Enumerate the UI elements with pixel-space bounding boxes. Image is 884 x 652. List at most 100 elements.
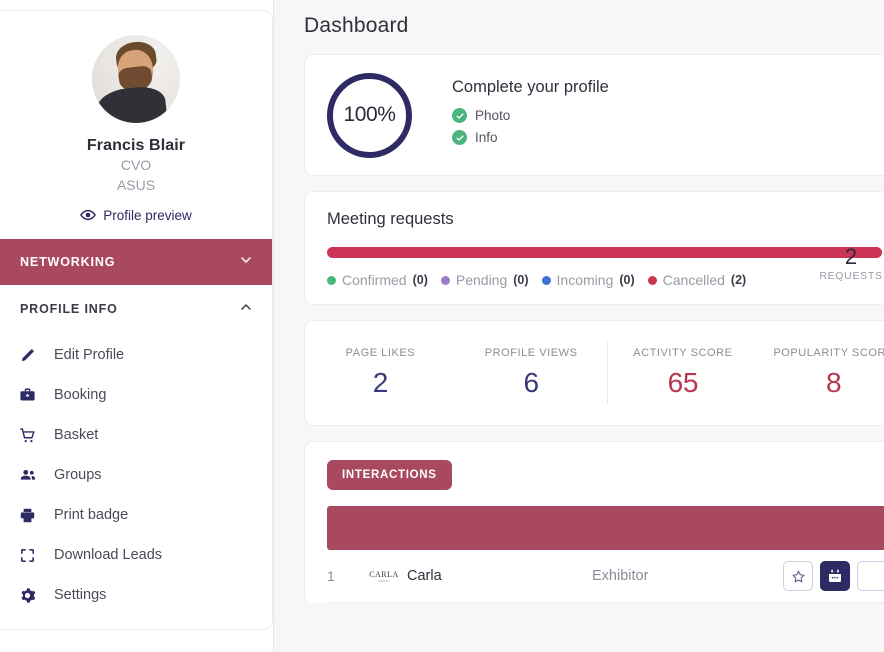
avatar bbox=[92, 35, 180, 123]
interactions-table-header bbox=[327, 506, 884, 550]
sidebar-item-label: Print badge bbox=[54, 507, 129, 523]
interactions-card: INTERACTIONS 1 CARLA PARIS Carla Exhibit… bbox=[304, 441, 884, 603]
legend-item-pending: Pending (0) bbox=[440, 272, 529, 288]
completion-item-photo: Photo bbox=[452, 108, 609, 123]
stat-value: 8 bbox=[825, 367, 842, 398]
legend-item-cancelled: Cancelled (2) bbox=[647, 272, 747, 288]
partial-action-button[interactable] bbox=[857, 561, 884, 591]
legend-dot-icon bbox=[541, 275, 551, 285]
eye-icon bbox=[80, 207, 97, 223]
profile-organization: ASUS bbox=[116, 177, 156, 193]
page-title: Dashboard bbox=[304, 14, 409, 37]
star-outline-icon[interactable] bbox=[783, 561, 813, 591]
requests-total-value: 2 bbox=[844, 244, 858, 269]
row-type: Exhibitor bbox=[592, 568, 649, 584]
sidebar-item-booking[interactable]: Booking bbox=[0, 375, 272, 415]
sidebar-item-edit-profile[interactable]: Edit Profile bbox=[0, 335, 272, 375]
profile-info-label: PROFILE INFO bbox=[20, 302, 118, 316]
completion-item-label: Photo bbox=[475, 108, 511, 123]
check-circle-icon bbox=[452, 108, 467, 123]
legend-count: (2) bbox=[730, 273, 747, 287]
row-name: Carla bbox=[407, 568, 442, 584]
legend-label: Confirmed bbox=[342, 272, 407, 288]
sidebar-item-label: Basket bbox=[54, 427, 99, 443]
sidebar-item-settings[interactable]: Settings bbox=[0, 575, 272, 615]
legend-item-confirmed: Confirmed (0) bbox=[327, 272, 428, 288]
sidebar-item-label: Edit Profile bbox=[54, 347, 125, 363]
row-actions bbox=[783, 561, 884, 591]
meeting-requests-total: 2 REQUESTS bbox=[809, 244, 884, 282]
legend-count: (0) bbox=[412, 273, 428, 287]
completion-title: Complete your profile bbox=[452, 78, 609, 96]
profile-role: CVO bbox=[120, 157, 152, 173]
sidebar-section-networking[interactable]: NETWORKING bbox=[0, 239, 272, 285]
stat-value: 2 bbox=[372, 367, 389, 398]
sidebar-item-basket[interactable]: Basket bbox=[0, 415, 272, 455]
meeting-requests-card: Meeting requests Confirmed (0) Pending (0) I… bbox=[304, 191, 884, 305]
shopping-cart-icon bbox=[18, 427, 37, 444]
stat-value: 65 bbox=[667, 367, 699, 398]
pencil-icon bbox=[18, 347, 37, 364]
meeting-requests-title: Meeting requests bbox=[327, 210, 454, 228]
legend-label: Incoming bbox=[556, 272, 614, 288]
sidebar-item-label: Booking bbox=[54, 387, 107, 403]
avatar-container bbox=[0, 11, 272, 123]
chevron-up-icon bbox=[238, 299, 254, 320]
stat-popularity-score: POPULARITY SCORE 8 bbox=[758, 347, 884, 399]
logo-line-2: PARIS bbox=[378, 578, 390, 583]
tab-interactions[interactable]: INTERACTIONS bbox=[327, 460, 452, 490]
row-index: 1 bbox=[327, 568, 335, 584]
stat-value: 6 bbox=[523, 367, 539, 398]
stat-caption: POPULARITY SCORE bbox=[773, 347, 884, 359]
sidebar: Francis Blair CVO ASUS Profile preview N… bbox=[0, 0, 274, 652]
chevron-down-icon bbox=[238, 252, 254, 273]
dashboard-page: Francis Blair CVO ASUS Profile preview N… bbox=[0, 0, 884, 652]
stat-caption: ACTIVITY SCORE bbox=[633, 347, 733, 359]
completion-details: Complete your profile Photo Info bbox=[452, 78, 609, 152]
completion-item-info: Info bbox=[452, 130, 609, 145]
sidebar-item-print-badge[interactable]: Print badge bbox=[0, 495, 272, 535]
stat-caption: PROFILE VIEWS bbox=[484, 347, 578, 359]
scan-brackets-icon bbox=[18, 547, 37, 564]
profile-completion-card: 100% Complete your profile Photo Info bbox=[304, 54, 884, 176]
sidebar-card: Francis Blair CVO ASUS Profile preview N… bbox=[0, 10, 273, 630]
printer-icon bbox=[18, 507, 37, 524]
profile-preview-label: Profile preview bbox=[103, 207, 192, 223]
exhibitor-logo: CARLA PARIS bbox=[361, 570, 407, 583]
sidebar-menu: Edit Profile Booking Basket Groups Print… bbox=[0, 333, 272, 615]
sidebar-item-label: Download Leads bbox=[54, 547, 163, 563]
completion-percent: 100% bbox=[343, 103, 396, 126]
sidebar-item-label: Settings bbox=[54, 587, 107, 603]
briefcase-star-icon bbox=[18, 387, 37, 404]
meeting-requests-bar bbox=[327, 247, 882, 258]
stat-caption: PAGE LIKES bbox=[345, 347, 416, 359]
calendar-icon[interactable] bbox=[820, 561, 850, 591]
networking-label: NETWORKING bbox=[20, 255, 116, 269]
profile-name: Francis Blair bbox=[86, 137, 186, 154]
completion-ring: 100% bbox=[327, 72, 412, 158]
stat-profile-views: PROFILE VIEWS 6 bbox=[456, 347, 607, 399]
table-row[interactable]: 1 CARLA PARIS Carla Exhibitor bbox=[327, 550, 884, 603]
sidebar-section-profile-info[interactable]: PROFILE INFO bbox=[0, 285, 272, 333]
stats-card: PAGE LIKES 2 PROFILE VIEWS 6 ACTIVITY SCORE 6… bbox=[304, 320, 884, 426]
legend-count: (0) bbox=[513, 273, 529, 287]
sidebar-item-download-leads[interactable]: Download Leads bbox=[0, 535, 272, 575]
sidebar-item-groups[interactable]: Groups bbox=[0, 455, 272, 495]
legend-dot-icon bbox=[440, 275, 450, 285]
stat-page-likes: PAGE LIKES 2 bbox=[305, 347, 456, 399]
requests-total-caption: REQUESTS bbox=[819, 270, 883, 282]
bar-segment-cancelled bbox=[327, 247, 882, 258]
profile-preview-link[interactable]: Profile preview bbox=[0, 207, 272, 223]
legend-count: (0) bbox=[619, 273, 635, 287]
legend-label: Pending bbox=[455, 272, 508, 288]
sidebar-item-label: Groups bbox=[54, 467, 102, 483]
meeting-requests-legend: Confirmed (0) Pending (0) Incoming (0) Cancell… bbox=[327, 272, 884, 288]
logo-line-1: CARLA bbox=[369, 569, 399, 579]
gear-icon bbox=[18, 587, 37, 604]
legend-dot-icon bbox=[647, 275, 657, 285]
legend-label: Cancelled bbox=[662, 272, 725, 288]
check-circle-icon bbox=[452, 130, 467, 145]
legend-dot-icon bbox=[327, 275, 336, 285]
people-icon bbox=[18, 466, 37, 484]
main-content: Dashboard 100% Complete your profile Pho… bbox=[274, 0, 884, 652]
